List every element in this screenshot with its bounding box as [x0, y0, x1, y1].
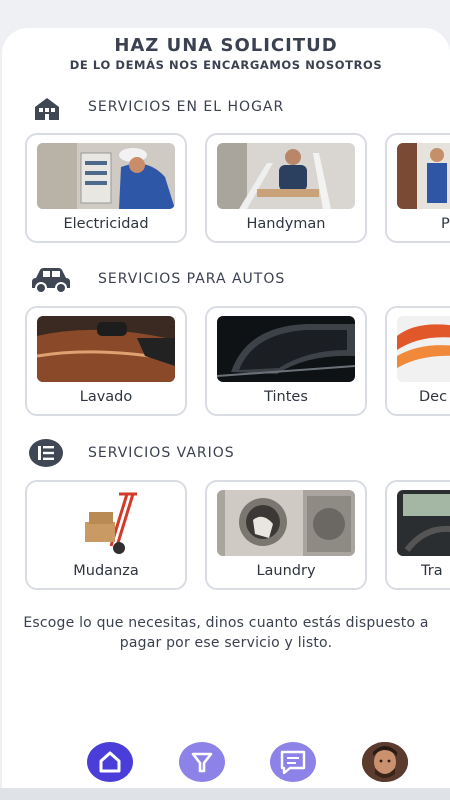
lavado-image: [37, 316, 175, 382]
section-label-autos: SERVICIOS PARA AUTOS: [98, 271, 286, 287]
car-icon: [28, 266, 74, 298]
page-title: HAZ UNA SOLICITUD: [114, 35, 338, 56]
service-label: Handyman: [246, 216, 326, 232]
nav-chat-button[interactable]: [270, 742, 316, 782]
service-label: Tra: [421, 563, 443, 579]
electricidad-image: [37, 143, 175, 209]
handyman-image: [217, 143, 355, 209]
mudanza-image: [37, 490, 175, 556]
cards-row-hogar: Electricidad Handyman P: [25, 133, 450, 245]
section-varios: SERVICIOS VARIOS: [2, 438, 450, 468]
home-icon: [99, 751, 121, 773]
filter-icon: [191, 752, 213, 773]
service-label: Tintes: [264, 389, 308, 405]
nav-filter-button[interactable]: [179, 742, 225, 782]
service-card-tintes[interactable]: Tintes: [205, 306, 367, 416]
service-card-partial[interactable]: Tra: [385, 480, 450, 590]
avatar[interactable]: [362, 742, 408, 782]
service-label: Dec: [419, 389, 448, 405]
laundry-image: [217, 490, 355, 556]
service-label: Lavado: [79, 389, 133, 405]
service-label: Mudanza: [73, 563, 139, 579]
section-label-varios: SERVICIOS VARIOS: [88, 445, 235, 461]
list-icon: [29, 438, 63, 472]
description-text: Escoge lo que necesitas, dinos cuanto es…: [23, 615, 429, 651]
service-card-mudanza[interactable]: Mudanza: [25, 480, 187, 590]
nav-home-button[interactable]: [87, 742, 133, 782]
service-card-laundry[interactable]: Laundry: [205, 480, 367, 590]
service-card-partial[interactable]: Pl: [385, 133, 450, 243]
page-subtitle: DE LO DEMÁS NOS ENCARGAMOS NOSOTROS: [69, 58, 383, 72]
plomeria-image: [397, 143, 450, 209]
cards-row-varios: Mudanza Laundry Tra: [25, 480, 450, 592]
service-card-lavado[interactable]: Lavado: [25, 306, 187, 416]
decoracion-image: [397, 316, 450, 382]
bottom-nav: [0, 740, 450, 786]
service-label: Pl: [441, 216, 450, 232]
service-label: Electricidad: [63, 216, 149, 232]
tintes-image: [217, 316, 355, 382]
chat-icon: [280, 750, 306, 775]
service-card-partial[interactable]: Dec: [385, 306, 450, 416]
header: HAZ UNA SOLICITUD DE LO DEMÁS NOS ENCARG…: [2, 28, 450, 72]
cards-row-autos: Lavado Tintes Dec: [25, 306, 450, 418]
section-autos: SERVICIOS PARA AUTOS: [2, 264, 450, 294]
section-hogar: SERVICIOS EN EL HOGAR: [2, 92, 450, 122]
service-card-handyman[interactable]: Handyman: [205, 133, 367, 243]
transporte-image: [397, 490, 450, 556]
service-card-electricidad[interactable]: Electricidad: [25, 133, 187, 243]
main-sheet: HAZ UNA SOLICITUD DE LO DEMÁS NOS ENCARG…: [2, 28, 450, 790]
house-icon: [32, 96, 62, 124]
section-label-hogar: SERVICIOS EN EL HOGAR: [88, 99, 285, 115]
service-label: Laundry: [256, 563, 316, 579]
system-bottom-bar: [0, 788, 450, 800]
